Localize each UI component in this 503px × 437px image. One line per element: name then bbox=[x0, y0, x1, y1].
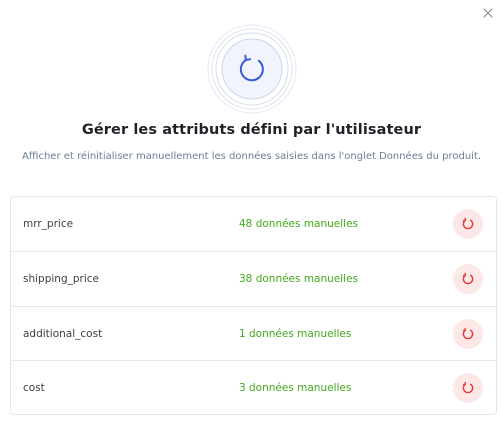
attribute-name: cost bbox=[23, 382, 45, 395]
attribute-row: additional_cost 1 données manuelles bbox=[11, 307, 496, 362]
attribute-row: mrr_price 48 données manuelles bbox=[11, 197, 496, 252]
attribute-row: cost 3 données manuelles bbox=[11, 361, 496, 416]
dialog-title: Gérer les attributs défini par l'utilisa… bbox=[81, 122, 422, 138]
dialog-subtitle: Afficher et réinitialiser manuellement l… bbox=[21, 151, 482, 162]
hero-illustration bbox=[207, 24, 297, 114]
reset-icon bbox=[462, 327, 474, 339]
reset-icon bbox=[462, 217, 474, 230]
attribute-row: shipping_price 38 données manuelles bbox=[11, 252, 496, 307]
manual-data-count: 1 données manuelles bbox=[239, 327, 352, 340]
reset-button[interactable] bbox=[453, 318, 483, 349]
reset-icon bbox=[462, 272, 474, 285]
attributes-table: mrr_price 48 données manuelles shipping_… bbox=[10, 196, 497, 415]
manual-data-count: 3 données manuelles bbox=[239, 382, 352, 395]
attribute-name: shipping_price bbox=[23, 272, 99, 285]
close-button[interactable] bbox=[481, 6, 495, 20]
reset-icon bbox=[462, 381, 474, 394]
reset-button[interactable] bbox=[453, 373, 483, 404]
reset-button[interactable] bbox=[453, 263, 483, 294]
close-icon bbox=[483, 8, 493, 18]
manage-attributes-dialog: Gérer les attributs défini par l'utilisa… bbox=[0, 0, 503, 437]
manual-data-count: 48 données manuelles bbox=[239, 218, 359, 230]
manual-data-count: 38 données manuelles bbox=[239, 272, 359, 285]
reset-button[interactable] bbox=[453, 209, 483, 239]
attribute-name: mrr_price bbox=[23, 218, 74, 230]
attribute-name: additional_cost bbox=[23, 327, 103, 340]
